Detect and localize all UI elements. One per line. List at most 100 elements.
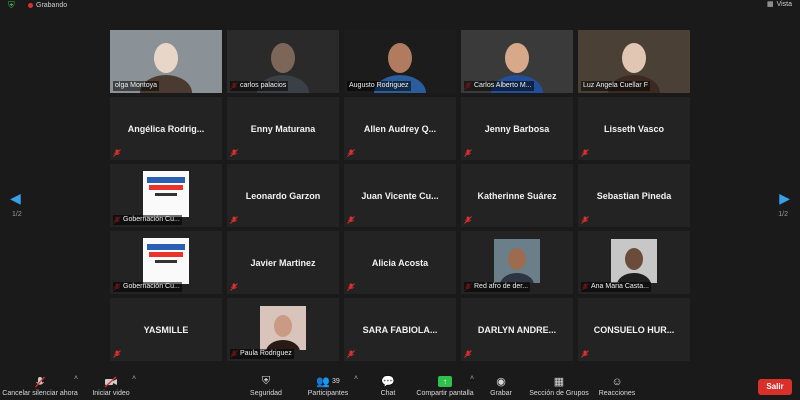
next-page-arrow-icon[interactable]: ▶ (779, 190, 790, 207)
participant-display-name: Enny Maturana (250, 123, 316, 134)
participant-tile[interactable]: Gobernación Cu... (110, 231, 222, 294)
share-screen-icon: ↑ (438, 375, 452, 388)
muted-microphone-icon (113, 350, 121, 358)
participants-label: Participantes (307, 390, 349, 397)
participant-name-label: Red afro de der... (464, 282, 531, 292)
profile-picture (494, 239, 540, 283)
share-screen-button[interactable]: ↑ Compartir pantalla (414, 375, 476, 397)
participant-display-name: Angélica Rodrig... (127, 123, 205, 134)
profile-picture (611, 239, 657, 283)
participant-name-label: olga Montoya (113, 81, 160, 91)
participant-name-label: Carlos Alberto M... (464, 81, 534, 91)
smiley-icon: ☺ (611, 375, 623, 388)
participant-tile[interactable]: Angélica Rodrig... (110, 97, 222, 160)
shield-icon[interactable]: ⛨ (8, 0, 17, 10)
participant-tile[interactable]: Augusto Rodriguez (344, 30, 456, 93)
organization-logo (143, 171, 189, 217)
participant-name-label: Luz Angela Cuellar F (581, 81, 650, 91)
participant-tile[interactable]: Red afro de der... (461, 231, 573, 294)
participant-tile[interactable]: Sebastian Pineda (578, 164, 690, 227)
view-label: Vista (776, 1, 792, 8)
chat-icon: 💬 (381, 376, 395, 388)
recording-indicator: Grabando (28, 0, 67, 10)
participants-button[interactable]: 👥 39 Participantes (306, 375, 350, 397)
muted-microphone-icon (581, 149, 589, 157)
participant-name-label: Augusto Rodriguez (347, 81, 411, 91)
participants-icon: 👥 39 (316, 376, 340, 388)
chat-label: Chat (380, 390, 396, 397)
participant-tile[interactable]: Luz Angela Cuellar F (578, 30, 690, 93)
participant-tile[interactable]: CONSUELO HUR... (578, 298, 690, 361)
muted-microphone-icon (347, 283, 355, 291)
participant-tile[interactable]: Gobernación Cu... (110, 164, 222, 227)
participant-display-name: Juan Vicente Cu... (361, 190, 439, 201)
participant-name-label: carlos palacios (230, 81, 289, 91)
participant-display-name: Alicia Acosta (371, 257, 429, 268)
participant-tile[interactable]: DARLYN ANDRE... (461, 298, 573, 361)
muted-microphone-icon (464, 149, 472, 157)
security-label: Seguridad (250, 390, 282, 397)
participant-display-name: Lisseth Vasco (603, 123, 665, 134)
chat-button[interactable]: 💬 Chat (376, 375, 400, 397)
unmute-button[interactable]: Cancelar silenciar ahora (2, 375, 78, 397)
page-indicator-left: 1/2 (12, 211, 22, 218)
share-screen-label: Compartir pantalla (416, 390, 474, 397)
participant-name-label: Ana Maria Casta... (581, 282, 651, 292)
recording-label: Grabando (36, 1, 68, 9)
participant-display-name: Jenny Barbosa (484, 123, 550, 134)
participant-tile[interactable]: Alicia Acosta (344, 231, 456, 294)
breakout-rooms-icon: ▦ (553, 376, 565, 388)
participant-tile[interactable]: Enny Maturana (227, 97, 339, 160)
participant-tile[interactable]: Katherinne Suárez (461, 164, 573, 227)
audio-options-caret-icon[interactable]: ˄ (74, 375, 78, 382)
muted-microphone-icon (464, 350, 472, 358)
muted-microphone-icon (347, 350, 355, 358)
video-options-caret-icon[interactable]: ˄ (132, 375, 136, 382)
reactions-label: Reacciones (598, 390, 636, 397)
share-options-caret-icon[interactable]: ˄ (470, 375, 474, 382)
participant-display-name: Javier Martinez (250, 257, 316, 268)
participant-display-name: Sebastian Pineda (596, 190, 672, 201)
participant-tile[interactable]: Allen Audrey Q... (344, 97, 456, 160)
participant-name-label: Gobernación Cu... (113, 215, 182, 225)
breakout-rooms-button[interactable]: ▦ Sección de Grupos (529, 375, 589, 397)
participant-tile[interactable]: Juan Vicente Cu... (344, 164, 456, 227)
muted-microphone-icon (347, 149, 355, 157)
participant-tile[interactable]: Leonardo Garzon (227, 164, 339, 227)
participant-display-name: SARA FABIOLA... (362, 324, 438, 335)
participant-tile[interactable]: Jenny Barbosa (461, 97, 573, 160)
participant-tile[interactable]: olga Montoya (110, 30, 222, 93)
video-off-icon (104, 375, 118, 388)
participant-tile[interactable]: Carlos Alberto M... (461, 30, 573, 93)
participant-name-label: Paula Rodriguez (230, 349, 294, 359)
shield-icon: ⛨ (261, 375, 271, 387)
participant-tile[interactable]: SARA FABIOLA... (344, 298, 456, 361)
start-video-button[interactable]: Iniciar video (88, 375, 134, 397)
breakout-rooms-label: Sección de Grupos (529, 390, 589, 397)
view-button[interactable]: ▦ Vista (767, 0, 792, 10)
participants-caret-icon[interactable]: ˄ (354, 375, 358, 382)
muted-microphone-icon (34, 375, 46, 388)
muted-microphone-icon (230, 283, 238, 291)
page-indicator-right: 1/2 (778, 211, 788, 218)
muted-microphone-icon (230, 149, 238, 157)
start-video-label: Iniciar video (92, 390, 130, 397)
participant-tile[interactable]: Javier Martinez (227, 231, 339, 294)
participant-display-name: YASMILLE (143, 324, 189, 335)
participant-tile[interactable]: Lisseth Vasco (578, 97, 690, 160)
leave-button[interactable]: Salir (758, 379, 792, 395)
previous-page-arrow-icon[interactable]: ◀ (10, 190, 21, 207)
participant-tile[interactable]: Paula Rodriguez (227, 298, 339, 361)
record-button[interactable]: ◉ Grabar (488, 375, 514, 397)
participant-tile[interactable]: Ana Maria Casta... (578, 231, 690, 294)
recording-dot-icon (28, 2, 33, 8)
participant-tile[interactable]: YASMILLE (110, 298, 222, 361)
participant-tile[interactable]: carlos palacios (227, 30, 339, 93)
reactions-button[interactable]: ☺ Reacciones (598, 375, 636, 398)
record-icon: ◉ (496, 376, 506, 388)
participant-display-name: Leonardo Garzon (245, 190, 321, 201)
meeting-toolbar: Cancelar silenciar ahora ˄ Iniciar video… (0, 372, 800, 400)
muted-microphone-icon (347, 216, 355, 224)
participant-name-label: Gobernación Cu... (113, 282, 182, 292)
security-button[interactable]: ⛨ Seguridad (246, 375, 286, 397)
